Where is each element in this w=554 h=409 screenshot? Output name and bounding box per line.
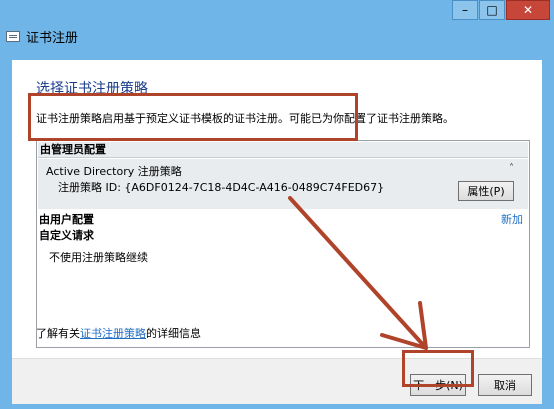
arrow-shaft <box>288 196 428 350</box>
annotation-arrow <box>288 196 428 350</box>
dialog-window: – □ ✕ 证书注册 选择证书注册策略 证书注册策略启用基于预定义证书模板的证书… <box>0 0 554 409</box>
